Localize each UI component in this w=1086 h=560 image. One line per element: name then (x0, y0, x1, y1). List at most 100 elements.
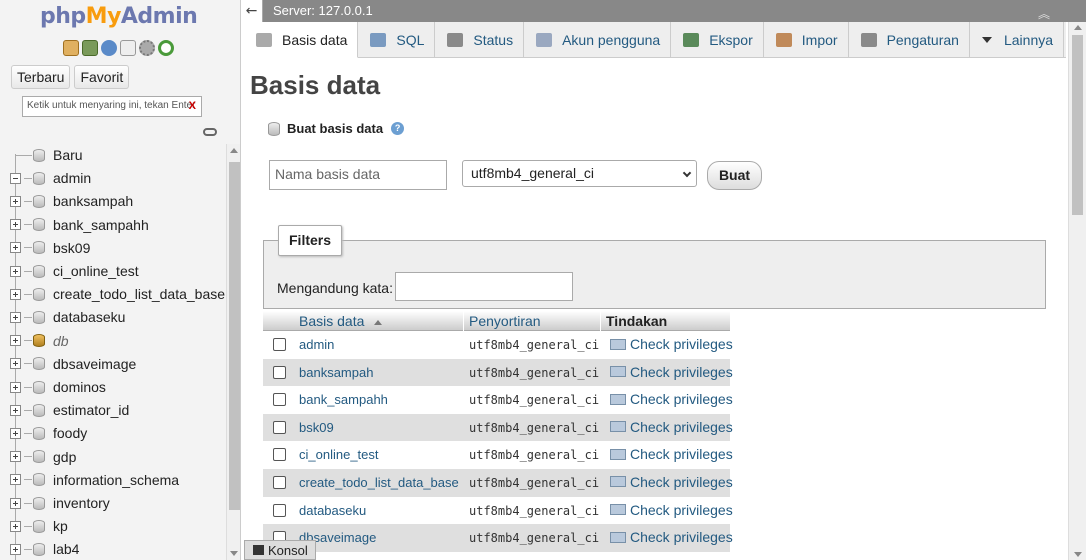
database-name-link[interactable]: bank_sampahh (299, 392, 388, 407)
check-privileges-link[interactable]: Check privileges (610, 419, 733, 435)
tree-item-ci-online-test[interactable]: ci_online_test (10, 260, 224, 282)
expand-icon[interactable] (10, 335, 21, 347)
database-name-link[interactable]: banksampah (299, 365, 373, 380)
link-icon[interactable] (203, 128, 217, 136)
scroll-up-icon[interactable] (230, 148, 238, 153)
tree-item-label[interactable]: bank_sampahh (53, 217, 149, 233)
settings-icon[interactable] (139, 40, 155, 56)
tree-item-create-todo-list-data-base[interactable]: create_todo_list_data_base (10, 283, 225, 305)
expand-icon[interactable] (10, 265, 21, 277)
main-scrollbar[interactable] (1068, 22, 1086, 560)
tab-ekspor[interactable]: Ekspor (671, 22, 764, 58)
logout-icon[interactable] (82, 40, 98, 56)
row-checkbox[interactable] (273, 448, 286, 462)
check-privileges-link[interactable]: Check privileges (610, 391, 733, 407)
database-name-input[interactable]: Nama basis data (269, 160, 447, 190)
check-privileges-link[interactable]: Check privileges (610, 336, 733, 352)
console-toggle[interactable]: Konsol (244, 540, 316, 560)
tree-item-foody[interactable]: foody (10, 422, 224, 444)
tree-item-db[interactable]: db (10, 330, 224, 352)
expand-icon[interactable] (10, 543, 21, 555)
tree-item-bank-sampahh[interactable]: bank_sampahh (10, 214, 224, 236)
tree-item-dominos[interactable]: dominos (10, 376, 224, 398)
expand-icon[interactable] (10, 219, 21, 231)
expand-icon[interactable] (10, 474, 21, 486)
tab-basis-data[interactable]: Basis data (244, 22, 359, 58)
tree-item-databaseku[interactable]: databaseku (10, 306, 224, 328)
filter-contains-input[interactable] (395, 272, 573, 301)
collation-select[interactable]: utf8mb4_general_ci (462, 160, 697, 187)
tree-item-label[interactable]: inventory (53, 495, 110, 511)
tree-item-admin[interactable]: admin (10, 167, 224, 189)
tree-item-kp[interactable]: kp (10, 515, 224, 537)
row-checkbox[interactable] (273, 393, 286, 407)
tab-akun-pengguna[interactable]: Akun pengguna (524, 22, 672, 58)
tab-pengaturan[interactable]: Pengaturan (849, 22, 970, 58)
row-checkbox[interactable] (273, 420, 286, 434)
database-name-link[interactable]: create_todo_list_data_base (299, 475, 459, 490)
nav-scrollbar-thumb[interactable] (229, 162, 240, 510)
home-icon[interactable] (63, 40, 79, 56)
expand-icon[interactable] (10, 451, 21, 463)
header-database[interactable]: Basis data (299, 313, 383, 329)
expand-icon[interactable] (10, 404, 21, 416)
row-checkbox[interactable] (273, 338, 286, 351)
tree-item-label[interactable]: information_schema (53, 472, 179, 488)
tree-item-label[interactable]: admin (53, 170, 91, 186)
tree-item-gdp[interactable]: gdp (10, 446, 224, 468)
tree-item-label[interactable]: kp (53, 518, 68, 534)
clear-filter-icon[interactable]: X (189, 100, 196, 112)
tree-item-label[interactable]: banksampah (53, 193, 133, 209)
tree-item-label[interactable]: ci_online_test (53, 263, 139, 279)
check-privileges-link[interactable]: Check privileges (610, 364, 733, 380)
expand-icon[interactable] (10, 195, 21, 207)
back-arrow-icon[interactable]: ← (241, 0, 263, 22)
tree-item-label[interactable]: dbsaveimage (53, 356, 136, 372)
row-checkbox[interactable] (273, 475, 286, 489)
tree-item-inventory[interactable]: inventory (10, 492, 224, 514)
scroll-down-icon[interactable] (230, 551, 238, 556)
check-privileges-link[interactable]: Check privileges (610, 529, 733, 545)
reload-icon[interactable] (158, 40, 174, 56)
row-checkbox[interactable] (273, 503, 286, 517)
check-privileges-link[interactable]: Check privileges (610, 502, 733, 518)
tree-item-banksampah[interactable]: banksampah (10, 190, 224, 212)
database-name-link[interactable]: ci_online_test (299, 447, 379, 462)
tree-item-lab4[interactable]: lab4 (10, 538, 224, 560)
docs-icon[interactable] (120, 40, 136, 56)
tree-item-label[interactable]: bsk09 (53, 240, 90, 256)
help-icon[interactable] (101, 40, 117, 56)
check-privileges-link[interactable]: Check privileges (610, 446, 733, 462)
nav-tab-favorites[interactable]: Favorit (74, 65, 130, 89)
nav-filter-input[interactable]: Ketik untuk menyaring ini, tekan Enter X (22, 96, 202, 117)
tree-item-information-schema[interactable]: information_schema (10, 469, 224, 491)
expand-icon[interactable] (10, 520, 21, 532)
collapse-icon[interactable] (10, 172, 21, 184)
tree-item-estimator-id[interactable]: estimator_id (10, 399, 224, 421)
collapse-icon[interactable]: ︽ (1038, 5, 1050, 22)
database-name-link[interactable]: admin (299, 337, 334, 352)
expand-icon[interactable] (10, 242, 21, 254)
tree-item-bsk09[interactable]: bsk09 (10, 237, 224, 259)
tab-impor[interactable]: Impor (764, 22, 849, 58)
tree-item-baru[interactable]: Baru (10, 144, 224, 166)
expand-icon[interactable] (10, 358, 21, 370)
tree-item-label[interactable]: databaseku (53, 309, 125, 325)
row-checkbox[interactable] (273, 365, 286, 379)
tab-lainnya[interactable]: Lainnya (970, 22, 1065, 58)
tree-item-label[interactable]: db (53, 333, 69, 349)
expand-icon[interactable] (10, 381, 21, 393)
tree-item-label[interactable]: lab4 (53, 541, 79, 557)
tree-item-label[interactable]: create_todo_list_data_base (53, 286, 225, 302)
scroll-down-icon[interactable] (1074, 552, 1082, 557)
nav-scrollbar[interactable] (226, 144, 240, 560)
tree-item-label[interactable]: estimator_id (53, 402, 129, 418)
expand-icon[interactable] (10, 427, 21, 439)
help-icon[interactable]: ? (391, 122, 405, 135)
check-privileges-link[interactable]: Check privileges (610, 474, 733, 490)
header-collation[interactable]: Penyortiran (469, 313, 541, 329)
tree-item-label[interactable]: dominos (53, 379, 106, 395)
expand-icon[interactable] (10, 497, 21, 509)
tree-item-dbsaveimage[interactable]: dbsaveimage (10, 353, 224, 375)
scroll-up-icon[interactable] (1074, 25, 1082, 30)
